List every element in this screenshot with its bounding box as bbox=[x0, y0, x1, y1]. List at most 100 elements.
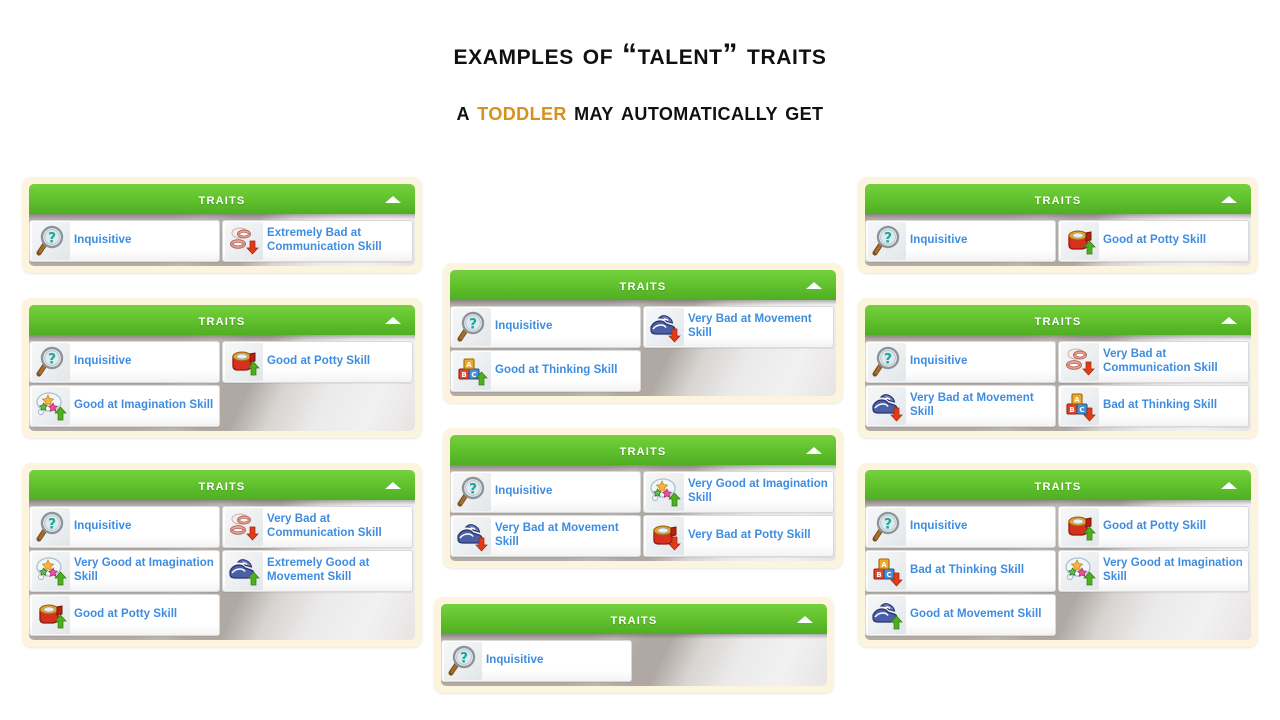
trait-cell[interactable]: A B C Good at Thinking Skill bbox=[450, 349, 643, 393]
chevron-up-icon[interactable] bbox=[1221, 196, 1237, 203]
subtitle-highlight: toddler bbox=[477, 98, 567, 126]
trait-cell-box[interactable]: Good at Potty Skill bbox=[1058, 220, 1249, 262]
chevron-up-icon[interactable] bbox=[385, 317, 401, 324]
trait-label: Good at Potty Skill bbox=[1103, 520, 1207, 533]
trait-cell-box[interactable]: Very Bad at Communication Skill bbox=[1058, 341, 1249, 383]
trait-cell-box[interactable]: Extremely Good at Movement Skill bbox=[222, 550, 413, 592]
trait-cell-box[interactable]: ? Inquisitive bbox=[865, 506, 1056, 548]
traits-grid: ? Inquisitive Very Bad at Communication Sk… bbox=[865, 340, 1251, 431]
trait-cell[interactable]: Very Bad at Communication Skill bbox=[1058, 340, 1251, 384]
trait-cell-box[interactable]: Very Bad at Movement Skill bbox=[643, 306, 834, 348]
trait-cell-box[interactable]: Very Bad at Potty Skill bbox=[643, 515, 834, 557]
traits-panel: Traits ? Inquisitive Good at Potty Skill bbox=[858, 177, 1258, 273]
trait-cell[interactable]: ? Inquisitive bbox=[865, 219, 1058, 263]
trait-cell[interactable]: ? Inquisitive bbox=[441, 639, 634, 683]
trait-cell[interactable]: Good at Imagination Skill bbox=[29, 384, 222, 428]
trait-cell[interactable]: ? Inquisitive bbox=[865, 505, 1058, 549]
svg-text:A: A bbox=[881, 561, 887, 569]
trait-cell[interactable]: Good at Potty Skill bbox=[222, 340, 415, 384]
traits-panel-header[interactable]: Traits bbox=[29, 184, 415, 214]
trait-cell-box[interactable]: Very Bad at Communication Skill bbox=[222, 506, 413, 548]
potty-up-icon bbox=[225, 343, 263, 381]
trait-cell-box[interactable]: ? Inquisitive bbox=[441, 640, 632, 682]
trait-cell[interactable]: Very Bad at Movement Skill bbox=[450, 514, 643, 558]
potty-down-icon bbox=[646, 517, 684, 555]
inquisitive-icon: ? bbox=[444, 642, 482, 680]
chevron-up-icon[interactable] bbox=[797, 616, 813, 623]
trait-cell-box[interactable]: ? Inquisitive bbox=[29, 220, 220, 262]
chevron-up-icon[interactable] bbox=[385, 482, 401, 489]
trait-cell-box[interactable]: Good at Movement Skill bbox=[865, 594, 1056, 636]
trait-cell[interactable]: ? Inquisitive bbox=[29, 219, 222, 263]
trait-cell[interactable]: A B C Bad at Thinking Skill bbox=[1058, 384, 1251, 428]
inquisitive-icon: ? bbox=[32, 508, 70, 546]
trait-label: Very Good at Imagination Skill bbox=[1103, 557, 1243, 583]
thinking-down-icon: ABC bbox=[868, 552, 906, 590]
trait-cell[interactable]: ? Inquisitive bbox=[450, 305, 643, 349]
trait-cell-box[interactable]: ? Inquisitive bbox=[29, 341, 220, 383]
trait-cell[interactable]: Very Bad at Potty Skill bbox=[643, 514, 836, 558]
trait-cell-box[interactable]: ? Inquisitive bbox=[450, 471, 641, 513]
chevron-up-icon[interactable] bbox=[1221, 482, 1237, 489]
trait-cell[interactable]: ? Inquisitive bbox=[29, 340, 222, 384]
trait-cell-box[interactable]: ? Inquisitive bbox=[29, 506, 220, 548]
trait-cell-box[interactable]: Extremely Bad at Communication Skill bbox=[222, 220, 413, 262]
trait-cell[interactable]: Very Good at Imagination Skill bbox=[29, 549, 222, 593]
chevron-up-icon[interactable] bbox=[385, 196, 401, 203]
trait-cell[interactable]: Good at Potty Skill bbox=[1058, 505, 1251, 549]
trait-label: Extremely Good at Movement Skill bbox=[267, 557, 370, 583]
traits-panel-header-label: Traits bbox=[1034, 190, 1082, 208]
trait-cell[interactable]: Good at Potty Skill bbox=[1058, 219, 1251, 263]
traits-panel-header[interactable]: Traits bbox=[441, 604, 827, 634]
potty-up-icon bbox=[1061, 508, 1099, 546]
trait-cell[interactable]: ? Inquisitive bbox=[450, 470, 643, 514]
trait-cell-box[interactable]: Good at Potty Skill bbox=[222, 341, 413, 383]
communication-down-icon bbox=[225, 222, 263, 260]
traits-panel-header[interactable]: Traits bbox=[29, 305, 415, 335]
trait-cell-box[interactable]: Very Bad at Movement Skill bbox=[865, 385, 1056, 427]
traits-panel-header[interactable]: Traits bbox=[865, 305, 1251, 335]
traits-panel-header[interactable]: Traits bbox=[865, 470, 1251, 500]
traits-panel: Traits ? Inquisitive Good at Potty Skill A B C… bbox=[858, 463, 1258, 647]
traits-grid: ? Inquisitive Good at Potty Skill A B C Bad at… bbox=[865, 505, 1251, 640]
trait-cell[interactable]: Very Bad at Movement Skill bbox=[865, 384, 1058, 428]
trait-label: Inquisitive bbox=[74, 355, 132, 368]
trait-cell[interactable]: ? Inquisitive bbox=[29, 505, 222, 549]
trait-cell[interactable]: Extremely Bad at Communication Skill bbox=[222, 219, 415, 263]
trait-cell-box[interactable]: Very Good at Imagination Skill bbox=[643, 471, 834, 513]
trait-cell[interactable]: Very Bad at Communication Skill bbox=[222, 505, 415, 549]
trait-cell-box[interactable]: ? Inquisitive bbox=[865, 220, 1056, 262]
trait-cell-box[interactable]: ? Inquisitive bbox=[865, 341, 1056, 383]
chevron-up-icon[interactable] bbox=[806, 447, 822, 454]
trait-cell-box[interactable]: Good at Potty Skill bbox=[1058, 506, 1249, 548]
trait-cell[interactable]: A B C Bad at Thinking Skill bbox=[865, 549, 1058, 593]
trait-cell[interactable]: ? Inquisitive bbox=[865, 340, 1058, 384]
trait-label: Good at Thinking Skill bbox=[495, 364, 618, 377]
traits-panel-header[interactable]: Traits bbox=[29, 470, 415, 500]
chevron-up-icon[interactable] bbox=[1221, 317, 1237, 324]
trait-cell[interactable]: Extremely Good at Movement Skill bbox=[222, 549, 415, 593]
trait-cell[interactable]: Good at Potty Skill bbox=[29, 593, 222, 637]
trait-cell-box[interactable]: A B C Good at Thinking Skill bbox=[450, 350, 641, 392]
trait-cell-box[interactable]: Very Good at Imagination Skill bbox=[1058, 550, 1249, 592]
traits-panel-header[interactable]: Traits bbox=[865, 184, 1251, 214]
trait-cell[interactable]: Very Good at Imagination Skill bbox=[1058, 549, 1251, 593]
trait-cell-box[interactable]: Very Good at Imagination Skill bbox=[29, 550, 220, 592]
trait-cell-box[interactable]: Very Bad at Movement Skill bbox=[450, 515, 641, 557]
traits-panel-header[interactable]: Traits bbox=[450, 435, 836, 465]
trait-cell-box[interactable]: A B C Bad at Thinking Skill bbox=[865, 550, 1056, 592]
traits-panel-header-label: Traits bbox=[198, 190, 246, 208]
trait-cell[interactable]: Very Bad at Movement Skill bbox=[643, 305, 836, 349]
trait-cell-box[interactable]: Good at Imagination Skill bbox=[29, 385, 220, 427]
trait-cell[interactable]: Good at Movement Skill bbox=[865, 593, 1058, 637]
traits-panel-header[interactable]: Traits bbox=[450, 270, 836, 300]
chevron-up-icon[interactable] bbox=[806, 282, 822, 289]
trait-cell[interactable]: Very Good at Imagination Skill bbox=[643, 470, 836, 514]
traits-panel: Traits ? Inquisitive Very Bad at Movement S… bbox=[443, 263, 843, 403]
trait-cell-box[interactable]: ? Inquisitive bbox=[450, 306, 641, 348]
imagination-up-icon bbox=[32, 387, 70, 425]
trait-cell-box[interactable]: A B C Bad at Thinking Skill bbox=[1058, 385, 1249, 427]
traits-panel: Traits ? Inquisitive Very Good at Imaginati… bbox=[443, 428, 843, 568]
trait-cell-box[interactable]: Good at Potty Skill bbox=[29, 594, 220, 636]
traits-panel-header-label: Traits bbox=[619, 441, 667, 459]
